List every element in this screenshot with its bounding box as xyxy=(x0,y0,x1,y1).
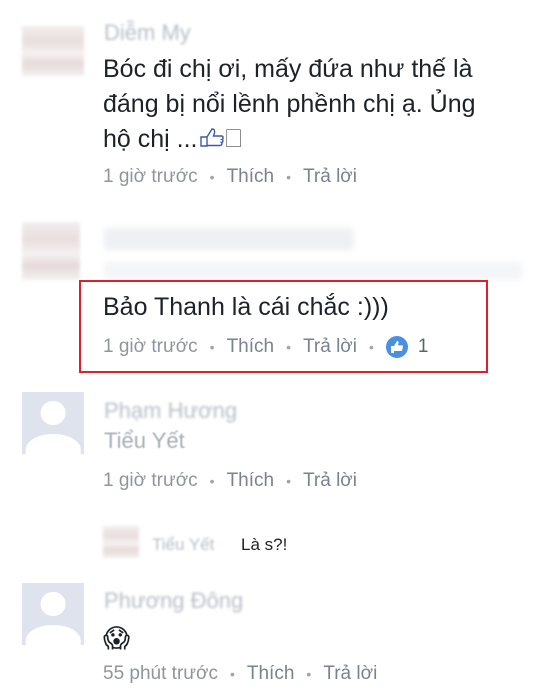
separator-dot: • xyxy=(369,339,374,355)
emoji-screaming-icon: 😱 xyxy=(103,623,131,653)
commenter-name[interactable]: Phương Đông xyxy=(104,588,243,614)
timestamp: 1 giờ trước xyxy=(103,166,198,187)
comment-meta: 1 giờ trước • Thích • Trả lời • 1 xyxy=(103,336,428,358)
avatar[interactable] xyxy=(22,222,80,280)
separator-dot: • xyxy=(286,169,292,185)
thumbs-up-icon xyxy=(198,123,226,158)
avatar[interactable] xyxy=(22,392,84,454)
comment-1: Diễm My Bóc đi chị ơi, mấy đứa như thế l… xyxy=(0,0,540,200)
comment-text-fragment: hộ chị ... xyxy=(103,125,198,153)
separator-dot: • xyxy=(286,473,292,489)
comment-text-line: đáng bị nổi lềnh phềnh chị ạ. Ủng xyxy=(103,90,476,118)
reply-link[interactable]: Trả lời xyxy=(323,663,377,685)
avatar[interactable] xyxy=(22,583,84,645)
comment-text: Bảo Thanh là cái chắc :))) xyxy=(103,293,389,321)
comment-text-line: Bóc đi chị ơi, mấy đứa như thế là xyxy=(103,55,473,83)
reply-link[interactable]: Trả lời xyxy=(303,470,357,492)
comment-meta: 1 giờ trước • Thích • Trả lời xyxy=(103,470,357,492)
like-link[interactable]: Thích xyxy=(227,166,275,188)
like-link[interactable]: Thích xyxy=(227,336,275,358)
reply-text: Là s?! xyxy=(241,535,288,554)
comment-meta: 1 giờ trước • Thích • Trả lời xyxy=(103,166,357,188)
separator-dot: • xyxy=(229,666,235,682)
separator-dot: • xyxy=(209,473,215,489)
timestamp: 1 giờ trước xyxy=(103,470,198,491)
reply-name[interactable]: Tiểu Yết xyxy=(152,535,214,555)
comment-text: Bóc đi chị ơi, mấy đứa như thế là đáng b… xyxy=(103,52,523,158)
separator-dot: • xyxy=(209,339,215,355)
separator-dot: • xyxy=(286,339,292,355)
reaction-count[interactable]: 1 xyxy=(418,336,429,358)
timestamp: 1 giờ trước xyxy=(103,336,198,357)
avatar[interactable] xyxy=(22,26,84,76)
separator-dot: • xyxy=(306,666,312,682)
commenter-name[interactable]: Phạm Hương xyxy=(104,398,237,424)
comment-text-line: hộ chị ... 🗌 xyxy=(103,122,523,158)
timestamp: 55 phút trước xyxy=(103,663,218,684)
blurred-name xyxy=(104,262,522,280)
reply-avatar[interactable] xyxy=(103,526,139,558)
unknown-glyph-icon: 🗌 xyxy=(225,128,242,151)
separator-dot: • xyxy=(209,169,215,185)
commenter-name[interactable]: Diễm My xyxy=(104,20,191,46)
reply-link[interactable]: Trả lời xyxy=(303,166,357,188)
like-link[interactable]: Thích xyxy=(227,470,275,492)
commenter-name[interactable]: Tiểu Yết xyxy=(104,428,185,454)
like-reaction-icon[interactable] xyxy=(385,336,408,358)
comment-meta: 55 phút trước • Thích • Trả lời xyxy=(103,663,377,685)
like-link[interactable]: Thích xyxy=(247,663,295,685)
reply-link[interactable]: Trả lời xyxy=(303,336,357,358)
blurred-name xyxy=(104,228,354,250)
